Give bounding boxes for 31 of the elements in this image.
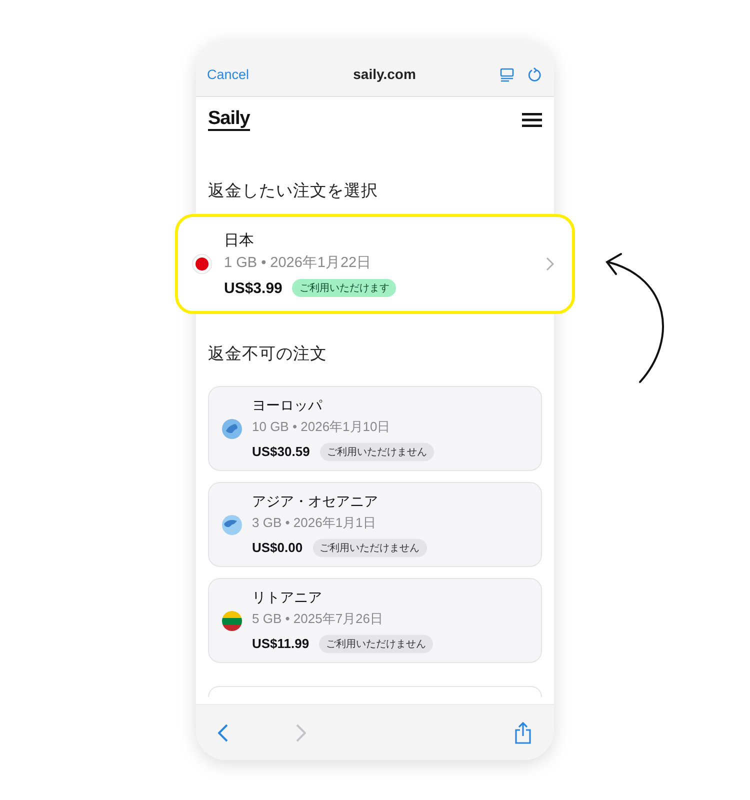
menu-icon[interactable] xyxy=(522,113,542,127)
japan-flag-icon xyxy=(192,254,212,274)
order-name: ヨーロッパ xyxy=(252,396,324,414)
order-details: 1 GB • 2026年1月22日 xyxy=(224,254,373,272)
order-name: リトアニア xyxy=(252,588,323,606)
back-icon[interactable] xyxy=(218,724,228,742)
order-name: 日本 xyxy=(224,231,255,250)
share-icon[interactable] xyxy=(514,722,532,744)
status-badge: ご利用いただけません xyxy=(320,442,434,460)
status-badge: ご利用いただけます xyxy=(292,279,396,297)
chevron-right-icon xyxy=(546,257,554,271)
lithuania-flag-icon xyxy=(222,610,242,630)
order-details: 5 GB • 2025年7月26日 xyxy=(252,610,384,628)
order-price: US$3.99 xyxy=(224,280,282,296)
section-heading: 返金不可の注文 xyxy=(208,344,328,365)
globe-icon xyxy=(222,418,242,438)
globe-icon xyxy=(222,514,242,534)
order-price: US$0.00 xyxy=(252,540,303,555)
url-text: saily.com xyxy=(352,66,417,82)
saily-logo[interactable]: Saily xyxy=(208,110,250,130)
status-badge: ご利用いただけません xyxy=(312,538,427,556)
order-price: US$30.59 xyxy=(252,444,310,459)
reader-icon[interactable] xyxy=(500,68,514,82)
order-card[interactable]: 日本 1 GB • 2026年1月22日 US$3.99 ご利用いただけます xyxy=(175,214,575,314)
order-name: アジア・オセアニア xyxy=(252,492,379,510)
order-details: 10 GB • 2026年1月10日 xyxy=(252,418,392,436)
section-heading: 返金したい注文を選択 xyxy=(208,181,379,202)
reload-icon[interactable] xyxy=(528,67,542,82)
order-details: 3 GB • 2026年1月1日 xyxy=(252,514,377,532)
status-badge: ご利用いただけません xyxy=(319,634,434,652)
order-price: US$11.99 xyxy=(252,636,310,651)
